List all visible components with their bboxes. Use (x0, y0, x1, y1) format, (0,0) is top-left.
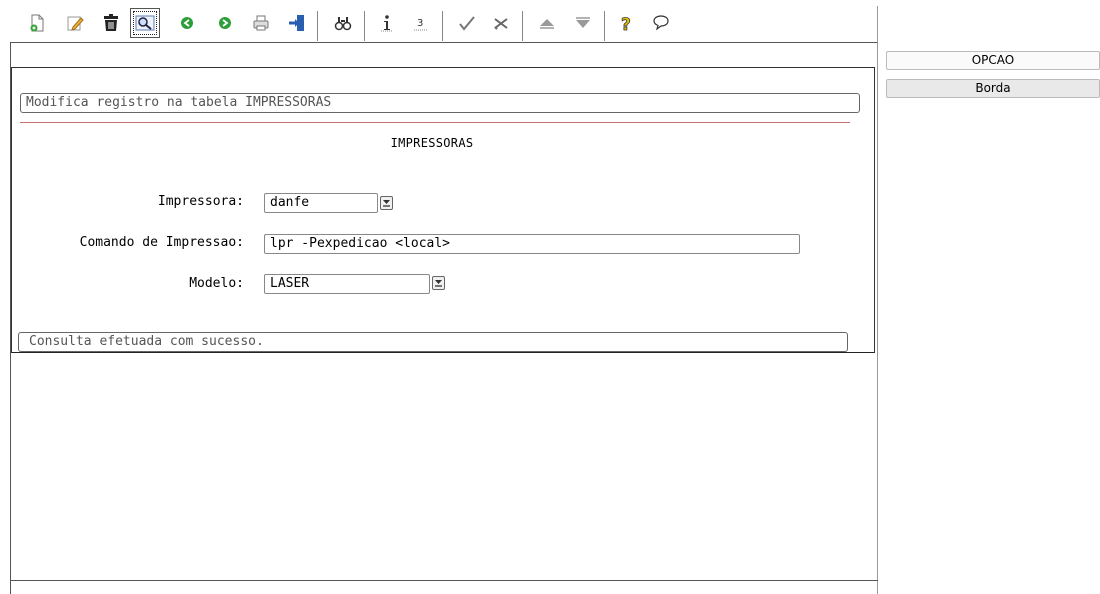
form-panel: Modifica registro na tabela IMPRESSORAS … (11, 67, 875, 353)
delete-icon[interactable] (98, 10, 124, 36)
up-icon[interactable] (534, 10, 560, 36)
toolbar-separator (364, 11, 365, 41)
toolbar-separator (604, 11, 605, 41)
toolbar-separator (317, 11, 318, 41)
find-icon[interactable] (330, 10, 356, 36)
new-icon[interactable] (24, 10, 50, 36)
svg-text:?: ? (621, 15, 631, 33)
search-icon[interactable] (130, 8, 160, 38)
svg-text:3: 3 (417, 18, 423, 29)
impressora-dropdown-icon[interactable] (380, 196, 393, 210)
confirm-icon[interactable] (454, 10, 480, 36)
page-icon[interactable]: 3 (408, 10, 434, 36)
status-message: Consulta efetuada com sucesso. (18, 332, 848, 352)
toolbar-separator (442, 11, 443, 41)
comando-label: Comando de Impressao: (79, 235, 244, 250)
frame-top-border (10, 42, 878, 43)
info-icon[interactable] (374, 10, 400, 36)
help-icon[interactable]: ? (614, 10, 640, 36)
borda-button[interactable]: Borda (886, 79, 1100, 98)
down-icon[interactable] (570, 10, 596, 36)
modelo-dropdown-icon[interactable] (432, 276, 445, 290)
chat-icon[interactable] (648, 10, 674, 36)
frame-right-border (877, 6, 878, 594)
edit-icon[interactable] (62, 10, 88, 36)
print-icon[interactable] (248, 10, 274, 36)
header-divider (20, 122, 850, 123)
header-message: Modifica registro na tabela IMPRESSORAS (20, 93, 860, 113)
modelo-select[interactable]: LASER (264, 274, 430, 294)
comando-input[interactable]: lpr -Pexpedicao <local> (264, 234, 800, 254)
bottom-frame-border (10, 580, 878, 581)
impressora-label: Impressora: (157, 194, 244, 209)
toolbar-separator (522, 11, 523, 41)
toolbar: 3 ? (10, 8, 878, 42)
opcao-button[interactable]: OPCAO (886, 51, 1100, 70)
cancel-icon[interactable] (488, 10, 514, 36)
back-icon[interactable] (174, 10, 200, 36)
form-title: IMPRESSORAS (390, 136, 474, 150)
modelo-label: Modelo: (189, 276, 244, 291)
impressora-select[interactable]: danfe (264, 193, 378, 213)
forward-icon[interactable] (212, 10, 238, 36)
exit-icon[interactable] (284, 10, 310, 36)
